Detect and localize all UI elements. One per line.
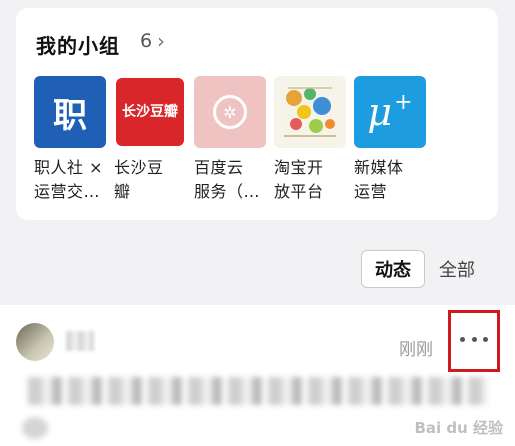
group-name-line: 运营交… [34, 182, 101, 201]
group-item-changsha-douban[interactable]: 长沙豆瓣 长沙豆 瓣 [114, 76, 192, 204]
group-item-new-media[interactable]: μ + 新媒体 运营 [354, 76, 432, 204]
more-horizontal-icon[interactable] [460, 331, 488, 347]
map-graphic-icon [274, 76, 346, 148]
group-name-line: 新媒体 [354, 158, 404, 177]
dot [471, 336, 477, 342]
group-name: 新媒体 运营 [354, 156, 436, 204]
group-item-baidu-cloud[interactable]: ✲ 百度云 服务（… [194, 76, 272, 204]
new-media-logo-icon: μ + [354, 76, 426, 148]
post-card: 刚刚 Bai du 经验 [0, 305, 515, 446]
groups-title[interactable]: 我的小组 [36, 30, 120, 59]
group-name-line: 职人社 × [34, 158, 103, 177]
group-name: 淘宝开 放平台 [274, 156, 356, 204]
avatar[interactable] [16, 323, 54, 361]
group-name-line: 淘宝开 [274, 158, 324, 177]
dot [483, 336, 488, 342]
baidu-watermark: Bai du 经验 [414, 419, 503, 437]
group-name: 职人社 × 运营交… [34, 156, 116, 204]
group-item-taobao-open[interactable]: 淘宝开 放平台 [274, 76, 352, 204]
tab-all[interactable]: 全部 [425, 250, 489, 288]
seal-logo-icon: 长沙豆瓣 [114, 76, 186, 148]
dot [460, 336, 465, 342]
logo-text: 职 [53, 95, 87, 136]
group-name-line: 瓣 [114, 182, 131, 201]
seal-text: 长沙豆瓣 [116, 78, 184, 146]
baidu-cloud-logo-icon: ✲ [194, 76, 266, 148]
group-name-line: 运营 [354, 182, 388, 201]
cloud-icon: ✲ [213, 95, 247, 129]
group-name: 长沙豆 瓣 [114, 156, 196, 204]
group-item-zhirenshe[interactable]: 职 职人社 × 运营交… [34, 76, 112, 204]
username-blurred[interactable] [66, 331, 94, 351]
logo-text: μ [367, 90, 393, 134]
post-timestamp: 刚刚 [399, 340, 433, 360]
groups-count[interactable]: 6 [140, 30, 152, 52]
feed-tab-toggle: 动态 全部 [361, 250, 489, 288]
post-content-blurred [22, 417, 48, 439]
post-content-blurred [28, 377, 488, 405]
my-groups-card: 我的小组 6 › 职 职人社 × 运营交… 长沙豆瓣 长沙豆 瓣 ✲ 百度云 服… [16, 8, 498, 220]
zhi-logo-icon: 职 [34, 76, 106, 148]
plus-icon: + [394, 89, 413, 115]
group-name: 百度云 服务（… [194, 156, 276, 204]
tab-dynamics[interactable]: 动态 [361, 250, 425, 288]
group-name-line: 服务（… [194, 182, 261, 201]
taobao-open-logo-icon [274, 76, 346, 148]
group-name-line: 百度云 [194, 158, 244, 177]
group-name-line: 长沙豆 [114, 158, 164, 177]
chevron-right-icon[interactable]: › [157, 29, 165, 53]
group-name-line: 放平台 [274, 182, 324, 201]
